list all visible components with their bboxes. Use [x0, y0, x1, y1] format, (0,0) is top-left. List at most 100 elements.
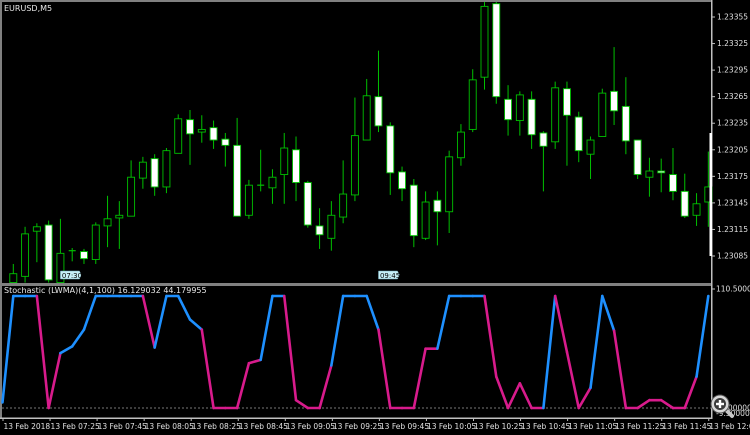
- candle: [138, 156, 147, 189]
- candle: [162, 148, 171, 194]
- price-label: 1.23085: [717, 252, 748, 261]
- candle: [292, 136, 300, 202]
- candle-body-bull: [268, 176, 277, 189]
- candle-body-bull: [362, 95, 371, 141]
- candle-body-bear: [233, 144, 242, 217]
- stoch-segment-up: [153, 294, 168, 349]
- candle: [9, 263, 18, 284]
- candle: [197, 115, 206, 143]
- time-label: 13 Feb 10:45: [521, 422, 570, 431]
- time-label: 13 Feb 2018: [4, 422, 51, 431]
- candle-body-bear: [209, 127, 218, 141]
- time-label: 13 Feb 10:25: [474, 422, 523, 431]
- candle: [68, 248, 76, 262]
- candle: [445, 150, 454, 233]
- stoch-segment-down: [318, 364, 333, 410]
- candle-body-bull: [162, 150, 171, 188]
- candle-body-bull: [91, 224, 100, 260]
- candle-body-bull: [327, 214, 336, 239]
- candle: [233, 117, 242, 217]
- candle-body-bear: [374, 96, 383, 127]
- candle: [468, 69, 477, 133]
- candle-body-bull: [421, 201, 430, 239]
- candle: [115, 201, 124, 249]
- time-tag-label: 07:30: [62, 272, 82, 280]
- price-label: 1.23325: [717, 39, 748, 48]
- stoch-segment-up: [330, 294, 345, 367]
- candle: [398, 166, 406, 202]
- candle: [492, 1, 501, 104]
- candle-body-bull: [456, 131, 465, 159]
- candle-body-bear: [409, 184, 418, 237]
- candle: [174, 114, 183, 154]
- stoch-segment-down: [518, 382, 533, 410]
- stoch-segment-down: [612, 329, 628, 410]
- indicator-axis-top: 110.500000: [716, 285, 750, 294]
- candle-body-bull: [138, 161, 147, 179]
- stoch-segment-down: [506, 382, 522, 410]
- candle-body-bear: [292, 149, 300, 183]
- candle: [44, 220, 53, 283]
- candle-body-bear: [563, 88, 571, 116]
- candle: [150, 154, 159, 196]
- time-axis[interactable]: 13 Feb 2018 13 Feb 07:2513 Feb 07:4513 Fe…: [2, 418, 750, 431]
- candle: [362, 78, 371, 141]
- current-candle-partial: [709, 133, 712, 256]
- candle: [21, 226, 30, 283]
- candle-body-bear: [633, 139, 642, 176]
- candle-body-bear: [539, 132, 548, 147]
- candle: [91, 222, 100, 264]
- stoch-segment-up: [1, 294, 15, 404]
- candle: [563, 81, 571, 166]
- candle: [409, 178, 418, 248]
- candle: [504, 85, 513, 136]
- stoch-segment-down: [35, 294, 50, 410]
- candle: [421, 191, 430, 241]
- price-label: 1.23235: [717, 119, 748, 128]
- candle: [280, 132, 289, 204]
- candle-body-bull: [103, 218, 112, 227]
- stoch-segment-up: [695, 294, 710, 378]
- stochastic-line: [1, 294, 710, 410]
- price-label: 1.23115: [717, 225, 748, 234]
- stoch-segment-down: [247, 358, 262, 365]
- time-label: 13 Feb 11:25: [615, 422, 664, 431]
- candle: [539, 131, 548, 192]
- candle-body-bear: [574, 116, 583, 152]
- candle-body-bull: [468, 79, 477, 130]
- chart-window[interactable]: EURUSD,M5 07:30 09:45 1.23355 1.23325 1.232…: [0, 0, 750, 435]
- candle-body-bear: [398, 171, 406, 190]
- candle-body-bull: [339, 193, 348, 218]
- time-label: 13 Feb 09:25: [333, 422, 382, 431]
- candle: [433, 191, 442, 246]
- stoch-segment-up: [82, 294, 98, 331]
- zoom-in-icon[interactable]: [710, 394, 734, 418]
- candle-body-bull: [645, 170, 654, 178]
- price-axis[interactable]: 1.23355 1.23325 1.23295 1.23265 1.23235 1.232…: [712, 13, 748, 261]
- candle: [586, 136, 595, 179]
- chart-frame: [0, 0, 713, 419]
- price-label: 1.23295: [717, 66, 748, 75]
- stoch-segment-up: [176, 294, 192, 321]
- candle-body-bear: [492, 3, 501, 98]
- candle-body-bear: [150, 158, 159, 188]
- stoch-segment-down: [412, 347, 427, 410]
- price-label: 1.23175: [717, 172, 748, 181]
- candle-body-bull: [115, 214, 124, 219]
- stoch-segment-up: [600, 294, 616, 333]
- candle-body-bull: [515, 94, 524, 122]
- candle: [374, 50, 383, 133]
- time-label: 13 Feb 07:25: [51, 422, 100, 431]
- candle: [692, 193, 701, 226]
- candle-body-bear: [610, 90, 619, 112]
- price-label: 1.23355: [717, 13, 748, 22]
- candle-body-bull: [174, 118, 183, 154]
- time-tag-label: 09:45: [380, 272, 400, 280]
- candle: [633, 139, 642, 179]
- candle-body-bear: [80, 251, 88, 260]
- candles-layer: [9, 1, 713, 284]
- candle: [551, 81, 560, 149]
- candle: [680, 173, 689, 218]
- candle-body-bear: [186, 119, 194, 135]
- time-label: 13 Feb 08:25: [192, 422, 241, 431]
